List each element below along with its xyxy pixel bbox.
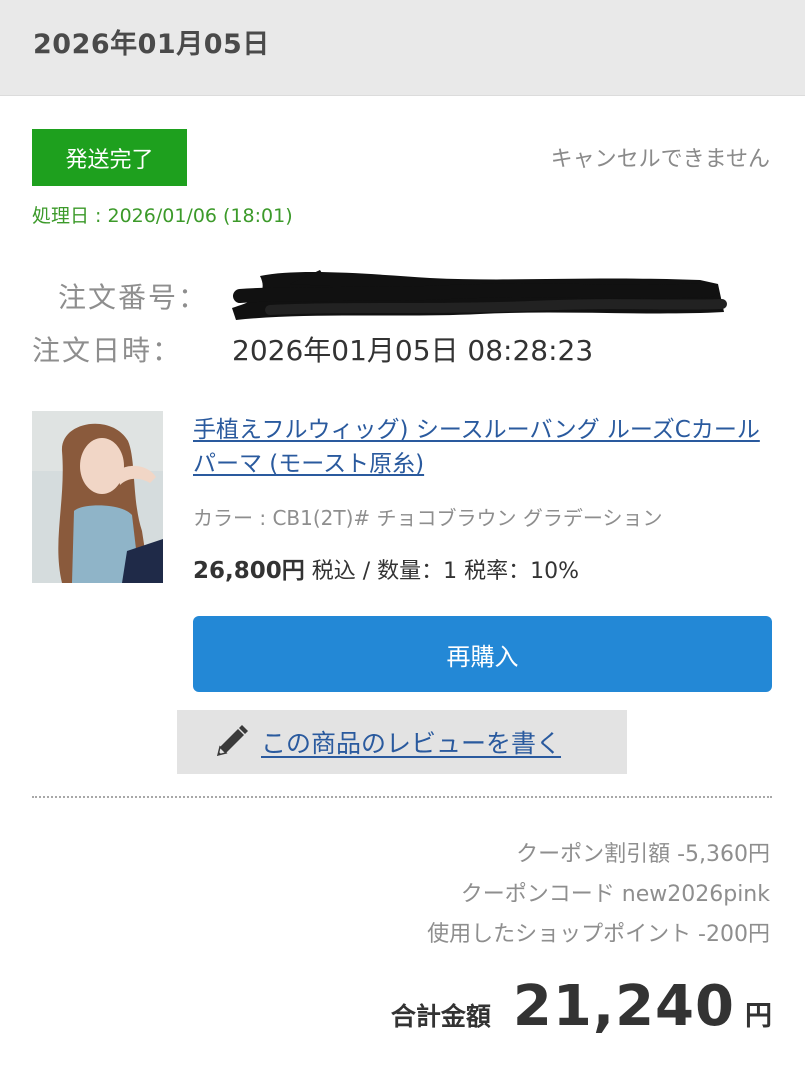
order-number-label: 注文番号：: [58, 281, 209, 314]
product-photo-icon: [32, 411, 163, 583]
processed-date: 処理日 : 2026/01/06 (18:01): [32, 205, 293, 227]
write-review-link[interactable]: この商品のレビューを書く: [261, 724, 561, 760]
status-badge: 発送完了: [32, 129, 187, 186]
shop-points-used: 使用したショップポイント -200円: [427, 922, 770, 947]
section-divider: [32, 796, 772, 798]
product-variant: カラー : CB1(2T)# チョコブラウン グラデーション: [193, 506, 663, 530]
order-date-value: 2026年01月05日 08:28:23: [232, 334, 594, 367]
cancel-note: キャンセルできません: [550, 147, 770, 172]
product-thumbnail[interactable]: [32, 411, 163, 583]
order-date-header: 2026年01月05日: [0, 0, 805, 96]
write-review-box[interactable]: この商品のレビューを書く: [177, 710, 627, 774]
coupon-discount: クーポン割引額 -5,360円: [516, 842, 770, 867]
pencil-icon: [216, 725, 248, 757]
price-details: 税込 / 数量：1 税率：10%: [311, 559, 580, 584]
order-card: 発送完了 キャンセルできません 処理日 : 2026/01/06 (18:01)…: [0, 96, 805, 1080]
order-date-label: 注文日時：: [32, 334, 183, 367]
product-price: 26,800円: [193, 558, 305, 584]
order-group-date: 2026年01月05日: [33, 29, 270, 60]
total-amount: 21,240: [512, 974, 735, 1039]
coupon-code: クーポンコード new2026pink: [460, 882, 770, 907]
total-unit: 円: [745, 1001, 772, 1032]
price-line: 26,800円 税込 / 数量：1 税率：10%: [193, 551, 579, 585]
total-label: 合計金額: [390, 1002, 491, 1031]
rebuy-button[interactable]: 再購入: [193, 616, 772, 692]
redaction-mark: [232, 270, 727, 320]
product-title-link[interactable]: 手植えフルウィッグ) シースルーバング ルーズCカールパーマ (モースト原糸): [193, 413, 768, 481]
order-total: 合計金額 21,240 円: [391, 974, 772, 1039]
